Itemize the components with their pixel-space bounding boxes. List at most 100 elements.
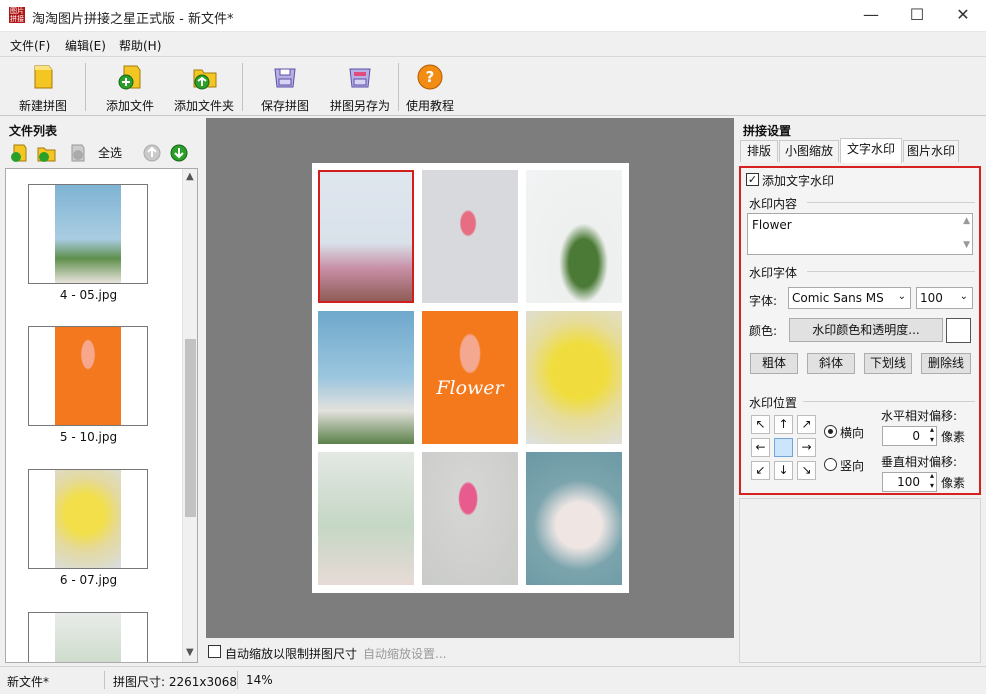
auto-scale-label: 自动缩放以限制拼图尺寸 — [225, 647, 358, 661]
add-folder-small-icon[interactable] — [35, 142, 57, 164]
file-name: 4 - 05.jpg — [59, 288, 118, 302]
puzzle-tile[interactable] — [422, 170, 518, 303]
position-top-icon[interactable]: ↑ — [774, 415, 793, 434]
file-name: 6 - 07.jpg — [59, 573, 118, 587]
tab-text-watermark[interactable]: 文字水印 — [840, 138, 902, 163]
tab-layout[interactable]: 排版 — [740, 140, 778, 162]
font-group-title: 水印字体 — [749, 266, 798, 280]
tab-image-watermark[interactable]: 图片水印 — [903, 140, 959, 162]
radio-dot — [828, 429, 833, 434]
v-offset-input[interactable]: 100 ▴ ▾ — [882, 471, 937, 492]
tutorial-label: 使用教程 — [405, 99, 454, 113]
help-glyph: ? — [426, 68, 435, 86]
watermark-content-value: Flower — [752, 218, 792, 232]
file-list-toolbar: 全选 — [3, 140, 200, 166]
tutorial-button[interactable]: ? 使用教程 — [402, 61, 458, 115]
move-up-icon[interactable] — [141, 142, 163, 164]
file-list-panel: 文件列表 全选 4 - 05.jpg 5 - 10.jpg 6 - 07.jpg… — [3, 118, 200, 665]
position-bottom-right-icon[interactable]: ↘ — [797, 461, 816, 480]
add-file-small-icon[interactable] — [9, 142, 31, 164]
remove-file-icon[interactable] — [67, 142, 89, 164]
menu-file[interactable]: 文件(F) — [10, 37, 50, 54]
menu-edit[interactable]: 编辑(E) — [65, 37, 106, 54]
content-scroll-down-icon[interactable]: ▼ — [963, 240, 970, 250]
toolbar-separator — [242, 63, 243, 111]
position-bottom-left-icon[interactable]: ↙ — [751, 461, 770, 480]
auto-scale-settings-link[interactable]: 自动缩放设置... — [363, 645, 446, 662]
font-select[interactable]: Comic Sans MS ⌄ — [788, 287, 911, 309]
close-button[interactable]: ✕ — [940, 0, 986, 32]
maximize-button[interactable]: ☐ — [894, 0, 940, 32]
vertical-radio[interactable] — [824, 458, 837, 471]
chevron-down-icon: ⌄ — [897, 291, 906, 302]
horizontal-radio[interactable] — [824, 425, 837, 438]
scroll-up-icon[interactable]: ▲ — [186, 171, 194, 182]
color-swatch[interactable] — [946, 318, 971, 343]
puzzle-tile-selected[interactable] — [318, 170, 414, 303]
help-icon: ? — [417, 64, 443, 90]
bold-button[interactable]: 粗体 — [750, 353, 798, 374]
position-top-left-icon[interactable]: ↖ — [751, 415, 770, 434]
strikethrough-button[interactable]: 删除线 — [921, 353, 971, 374]
toolbar-separator — [398, 63, 399, 111]
file-thumbnail[interactable] — [28, 326, 148, 426]
h-offset-value: 0 — [912, 429, 920, 443]
scroll-down-icon[interactable]: ▼ — [186, 647, 194, 658]
puzzle-tile[interactable] — [526, 170, 622, 303]
select-all-button[interactable]: 全选 — [98, 144, 122, 161]
position-bottom-icon[interactable]: ↓ — [774, 461, 793, 480]
content-scroll-up-icon[interactable]: ▲ — [963, 216, 970, 226]
spin-down-icon[interactable]: ▾ — [930, 481, 934, 491]
font-size-select[interactable]: 100 ⌄ — [916, 287, 973, 309]
watermark-color-button[interactable]: 水印颜色和透明度... — [789, 318, 943, 342]
spin-up-icon[interactable]: ▴ — [930, 425, 934, 435]
minimize-button[interactable]: — — [848, 0, 894, 32]
watermark-preview-text: Flower — [436, 377, 504, 399]
file-thumbnail[interactable] — [28, 612, 148, 662]
puzzle-tile[interactable] — [526, 311, 622, 444]
italic-button[interactable]: 斜体 — [807, 353, 855, 374]
spin-down-icon[interactable]: ▾ — [930, 435, 934, 445]
group-divider — [807, 271, 975, 272]
puzzle-tile[interactable]: Flower — [422, 311, 518, 444]
font-size-value: 100 — [920, 291, 943, 305]
h-offset-input[interactable]: 0 ▴ ▾ — [882, 425, 937, 446]
puzzle-tile[interactable] — [318, 452, 414, 585]
add-folder-button[interactable]: 添加文件夹 — [172, 61, 236, 115]
file-thumbnail[interactable] — [28, 469, 148, 569]
save-as-button[interactable]: 拼图另存为 — [327, 61, 393, 115]
menu-bar: 文件(F) 编辑(E) 帮助(H) — [0, 32, 986, 56]
toolbar-separator — [85, 63, 86, 111]
watermark-content-input[interactable]: Flower ▲ ▼ — [747, 213, 973, 255]
settings-empty-area — [739, 498, 981, 663]
auto-scale-checkbox[interactable] — [208, 645, 221, 658]
puzzle-tile[interactable] — [318, 311, 414, 444]
new-puzzle-button[interactable]: 新建拼图 — [12, 61, 74, 115]
move-down-icon[interactable] — [168, 142, 190, 164]
app-logo-icon: 图片 拼接 — [9, 7, 25, 23]
position-top-right-icon[interactable]: ↗ — [797, 415, 816, 434]
underline-button[interactable]: 下划线 — [864, 353, 912, 374]
position-left-icon[interactable]: ← — [751, 438, 770, 457]
menu-help[interactable]: 帮助(H) — [119, 37, 161, 54]
status-zoom: 14% — [246, 673, 273, 687]
tab-thumb-scale[interactable]: 小图缩放 — [779, 140, 839, 162]
position-center-icon[interactable] — [774, 438, 793, 457]
v-offset-unit: 像素 — [941, 476, 966, 490]
scroll-thumb[interactable] — [185, 339, 196, 517]
file-list-scrollbar[interactable]: ▲ ▼ — [182, 169, 197, 662]
file-list[interactable]: 4 - 05.jpg 5 - 10.jpg 6 - 07.jpg ▲ ▼ — [5, 168, 198, 663]
chevron-down-icon: ⌄ — [959, 291, 968, 302]
puzzle-tile[interactable] — [422, 452, 518, 585]
h-offset-label: 水平相对偏移: — [881, 409, 958, 423]
thumbnail-image — [55, 185, 121, 283]
save-puzzle-button[interactable]: 保存拼图 — [254, 61, 316, 115]
spin-up-icon[interactable]: ▴ — [930, 471, 934, 481]
enable-watermark-checkbox[interactable]: ✓ — [746, 173, 759, 186]
file-thumbnail[interactable] — [28, 184, 148, 284]
position-right-icon[interactable]: → — [797, 438, 816, 457]
puzzle-tile[interactable] — [526, 452, 622, 585]
new-puzzle-label: 新建拼图 — [18, 99, 67, 113]
add-file-button[interactable]: 添加文件 — [99, 61, 161, 115]
content-group-title: 水印内容 — [749, 197, 798, 211]
